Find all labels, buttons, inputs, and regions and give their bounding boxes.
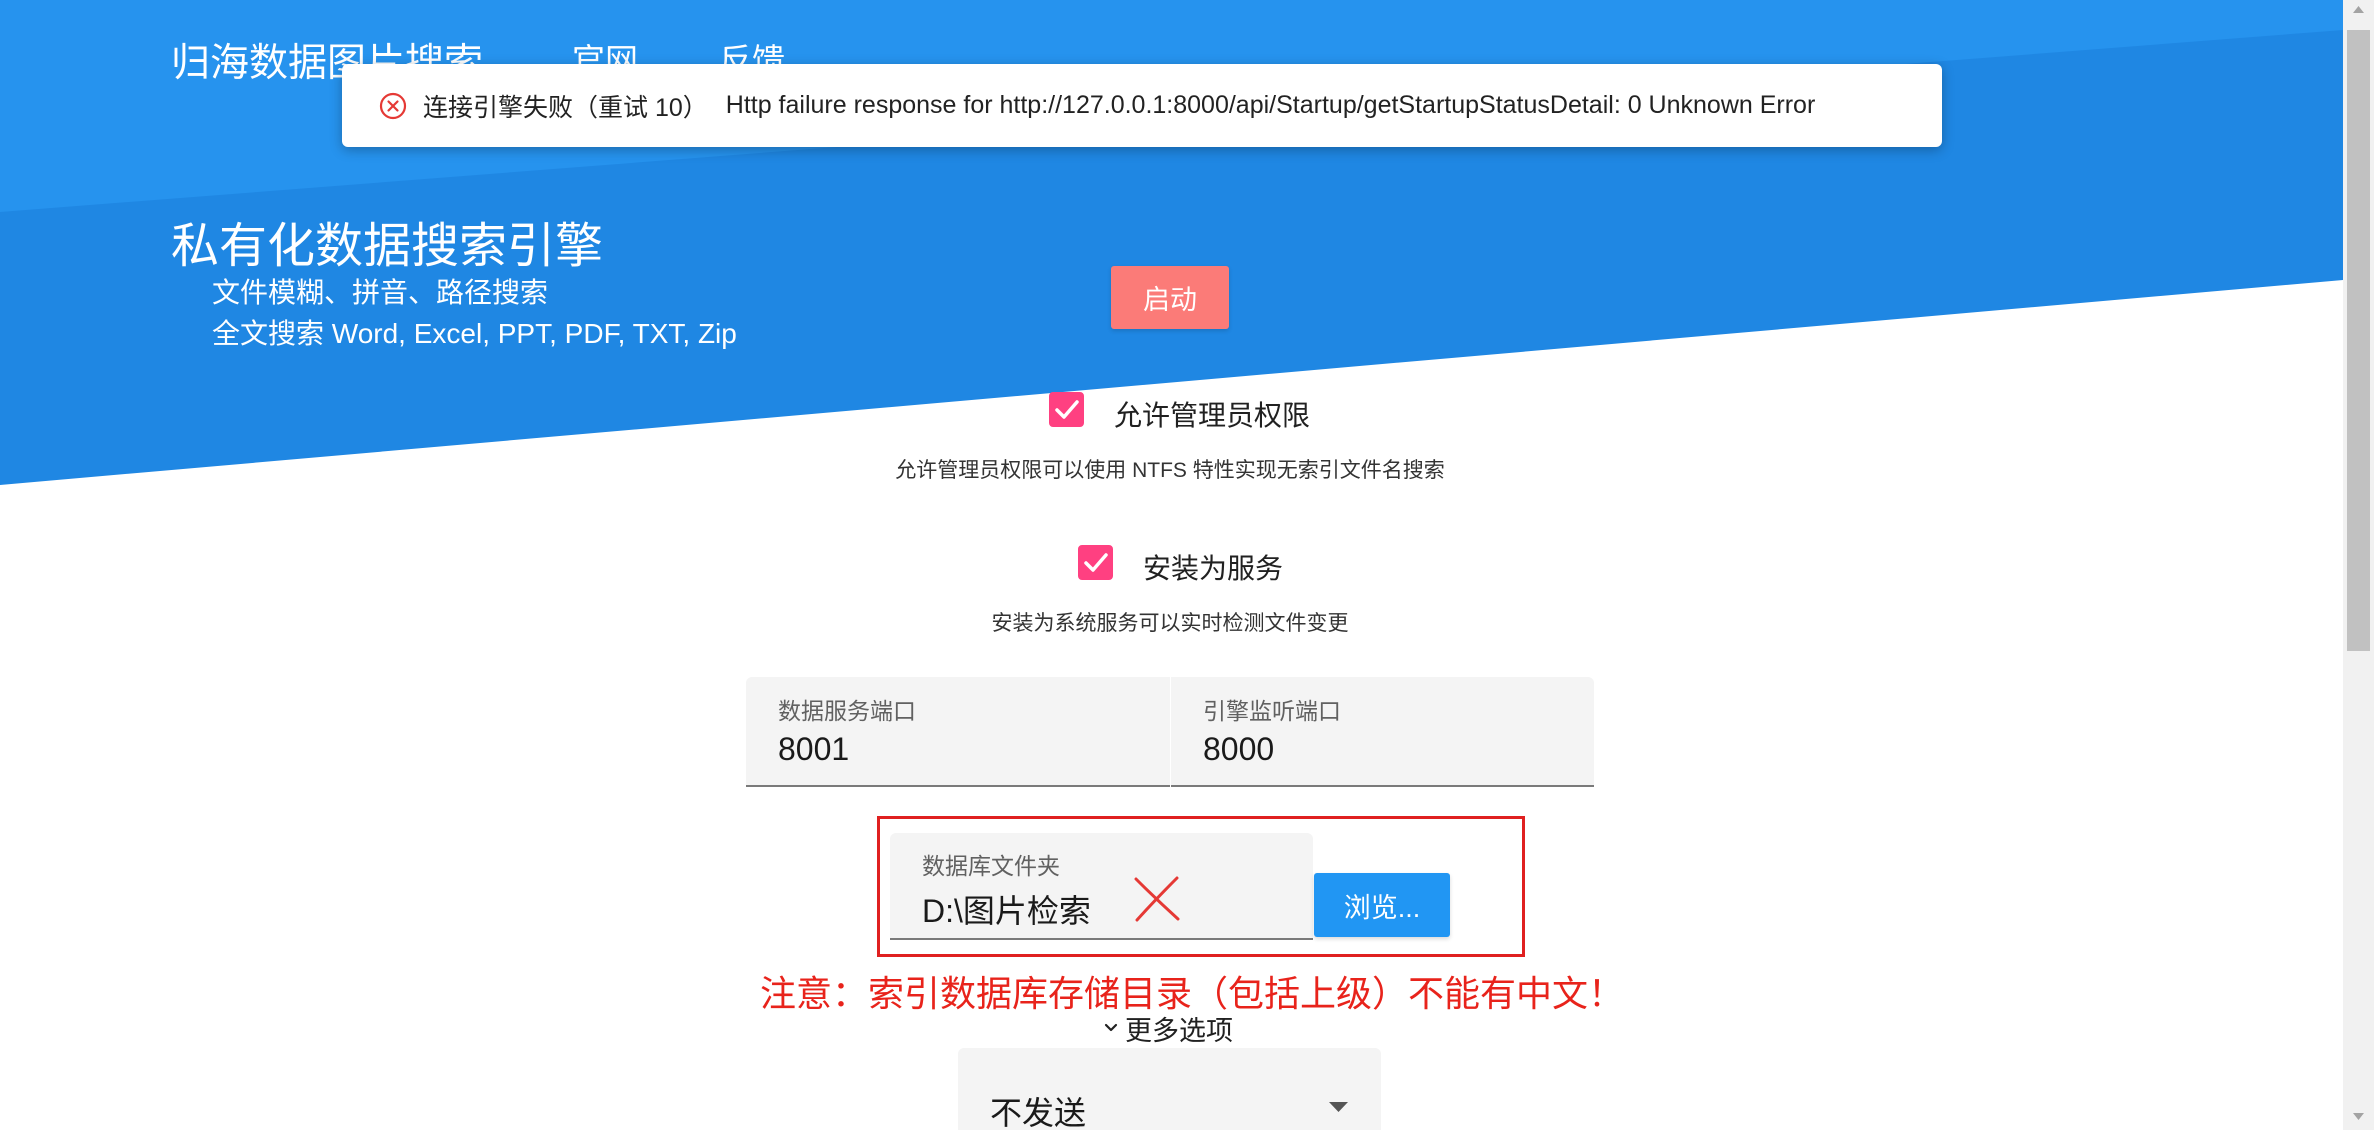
data-service-port-label: 数据服务端口 [778,698,916,724]
install-service-checkbox[interactable] [1078,545,1113,580]
hero-heading: 私有化数据搜索引擎 [171,220,604,273]
admin-permission-checkbox[interactable] [1049,392,1084,427]
install-service-description: 安装为系统服务可以实时检测文件变更 [991,612,1349,635]
database-folder-label: 数据库文件夹 [922,853,1060,879]
scroll-down-arrow-icon[interactable] [2353,1113,2364,1120]
notification-select[interactable]: 不发送 [958,1048,1381,1131]
check-icon [1084,553,1108,572]
dropdown-arrow-icon[interactable] [1329,1102,1348,1112]
check-icon [1055,400,1079,419]
data-service-port-field[interactable]: 数据服务端口 8001 [746,677,1170,787]
scroll-up-arrow-icon[interactable] [2353,6,2364,13]
admin-permission-label[interactable]: 允许管理员权限 [1114,394,1310,434]
database-folder-field[interactable]: 数据库文件夹 D:\图片检索 [890,833,1313,940]
engine-listen-port-field[interactable]: 引擎监听端口 8000 [1171,677,1594,787]
hero-feature: 全文搜索 Word, Excel, PPT, PDF, TXT, Zip [212,318,737,349]
chevron-down-icon [1104,1023,1118,1032]
browse-button[interactable]: 浏览... [1314,873,1450,937]
error-toast: 连接引擎失败（重试 10） Http failure response for … [342,64,1942,147]
red-x-mark-icon [1134,876,1180,922]
select-value[interactable]: 不发送 [990,1088,1086,1134]
more-options-label[interactable]: 更多选项 [1125,1009,1233,1048]
error-circle-icon [378,91,408,121]
more-options-toggle[interactable]: 更多选项 [1103,1009,1233,1048]
engine-listen-port-input[interactable]: 8000 [1203,731,1274,768]
vertical-scrollbar[interactable] [2343,0,2374,1130]
hero-feature: 文件模糊、拼音、路径搜索 [212,277,549,308]
engine-listen-port-label: 引擎监听端口 [1203,698,1341,724]
admin-permission-description: 允许管理员权限可以使用 NTFS 特性实现无索引文件名搜索 [895,459,1445,482]
install-service-label[interactable]: 安装为服务 [1143,547,1283,587]
data-service-port-input[interactable]: 8001 [778,731,849,768]
toast-detail: Http failure response for http://127.0.0… [725,91,1816,119]
start-button[interactable]: 启动 [1111,266,1229,329]
scrollbar-thumb[interactable] [2347,30,2370,651]
toast-title: 连接引擎失败（重试 10） [423,93,708,122]
database-folder-input[interactable]: D:\图片检索 [922,886,1091,932]
